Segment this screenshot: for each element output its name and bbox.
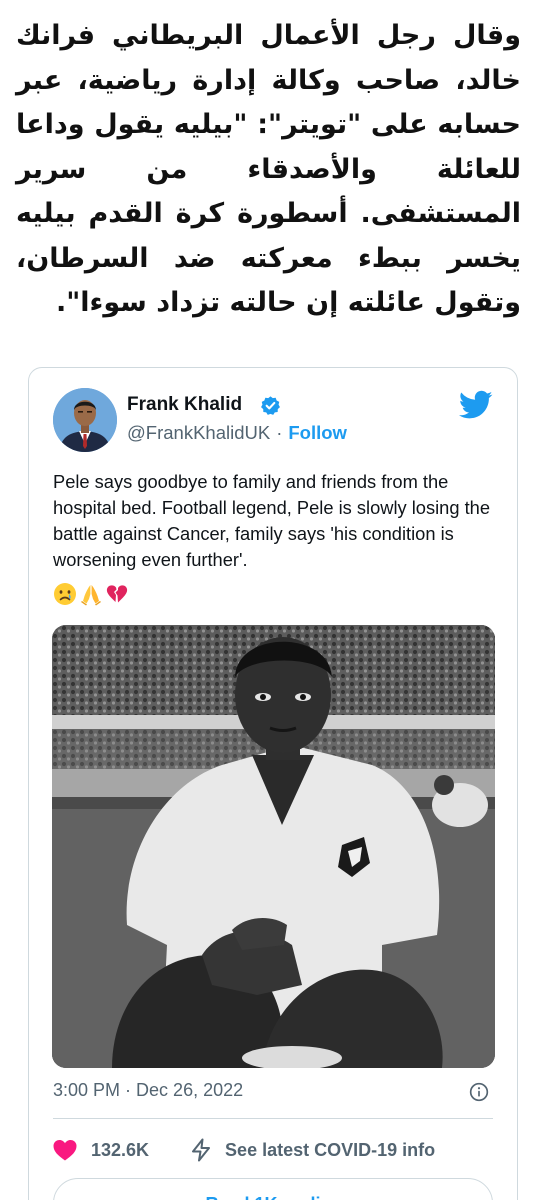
read-replies-button[interactable]: Read 1K replies (53, 1178, 493, 1200)
crying-face-icon (54, 583, 76, 605)
like-button[interactable]: 132.6K (53, 1139, 149, 1161)
author-name[interactable]: Frank Khalid (127, 394, 242, 416)
tweet-emojis (53, 581, 129, 607)
author-handle[interactable]: @FrankKhalidUK (127, 422, 270, 443)
like-count: 132.6K (91, 1139, 150, 1160)
tweet-time: 3:00 PM (53, 1080, 121, 1100)
tweet-text: Pele says goodbye to family and friends … (53, 471, 490, 570)
avatar[interactable] (53, 388, 117, 452)
author-handle-line: @FrankKhalidUK · Follow (127, 422, 347, 444)
twitter-bird-icon[interactable] (459, 388, 493, 422)
tweet-date: Dec 26, 2022 (136, 1080, 244, 1100)
timestamp-separator: · (125, 1080, 132, 1100)
lightning-icon (192, 1138, 211, 1162)
embedded-tweet[interactable]: Frank Khalid @FrankKhalidUK · Follow Pele … (28, 367, 518, 1200)
tweet-divider (53, 1118, 493, 1119)
info-icon[interactable] (469, 1082, 489, 1102)
tweet-actions: 132.6K See latest COVID-19 info (53, 1136, 493, 1164)
tweet-photo[interactable] (52, 625, 495, 1068)
verified-badge-icon (261, 396, 280, 415)
handle-separator: · (276, 422, 283, 443)
article-paragraph: وقال رجل الأعمال البريطاني فرانك خالد، ص… (16, 20, 521, 318)
broken-heart-icon (106, 585, 128, 603)
covid-info-link[interactable]: See latest COVID-19 info (191, 1138, 435, 1162)
tweet-timestamp[interactable]: 3:00 PM · Dec 26, 2022 (53, 1080, 243, 1101)
covid-info-label: See latest COVID-19 info (225, 1139, 436, 1160)
heart-icon (53, 1140, 77, 1161)
folded-hands-icon (81, 585, 101, 606)
follow-button[interactable]: Follow (288, 422, 347, 443)
